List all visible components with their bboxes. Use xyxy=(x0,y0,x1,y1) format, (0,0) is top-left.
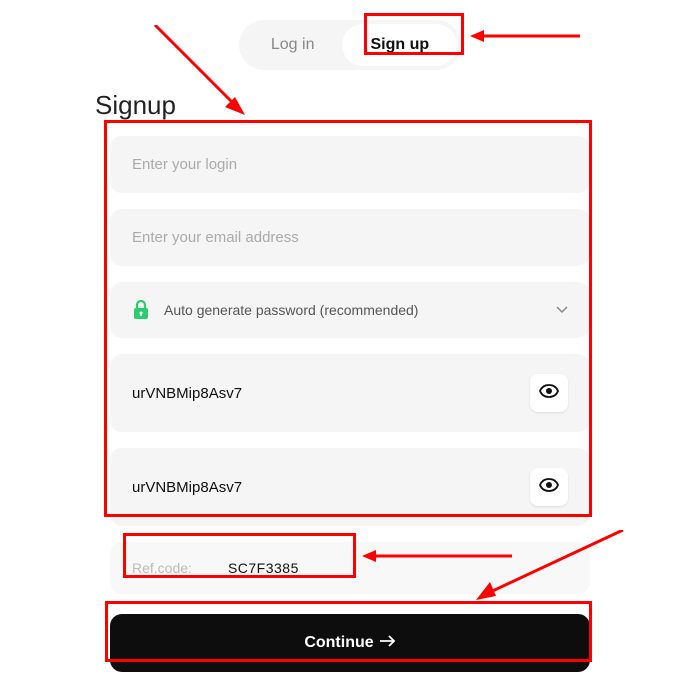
arrow-right-icon xyxy=(380,634,396,652)
continue-button[interactable]: Continue xyxy=(110,614,590,672)
password-mode-dropdown[interactable]: Auto generate password (recommended) xyxy=(110,282,590,338)
page-title: Signup xyxy=(95,90,680,121)
tab-login[interactable]: Log in xyxy=(243,24,343,66)
password-mode-label: Auto generate password (recommended) xyxy=(164,302,418,318)
eye-icon xyxy=(539,384,559,402)
confirm-password-value: urVNBMip8Asv7 xyxy=(132,479,242,496)
chevron-down-icon xyxy=(556,301,568,319)
toggle-confirm-password-visibility[interactable] xyxy=(530,468,568,506)
lock-icon xyxy=(132,300,150,320)
refcode-value: SC7F3385 xyxy=(228,560,299,576)
confirm-password-input[interactable]: urVNBMip8Asv7 xyxy=(110,448,590,526)
refcode-field[interactable]: Ref.code: SC7F3385 xyxy=(110,542,590,594)
password-input[interactable]: urVNBMip8Asv7 xyxy=(110,354,590,432)
login-input[interactable]: Enter your login xyxy=(110,136,590,193)
tab-signup[interactable]: Sign up xyxy=(342,24,457,66)
eye-icon xyxy=(539,478,559,496)
password-value: urVNBMip8Asv7 xyxy=(132,385,242,402)
auth-tabs: Log in Sign up xyxy=(239,20,461,70)
toggle-password-visibility[interactable] xyxy=(530,374,568,412)
email-input[interactable]: Enter your email address xyxy=(110,209,590,266)
continue-label: Continue xyxy=(304,634,373,652)
signup-form: Enter your login Enter your email addres… xyxy=(110,136,590,672)
refcode-label: Ref.code: xyxy=(132,560,192,576)
